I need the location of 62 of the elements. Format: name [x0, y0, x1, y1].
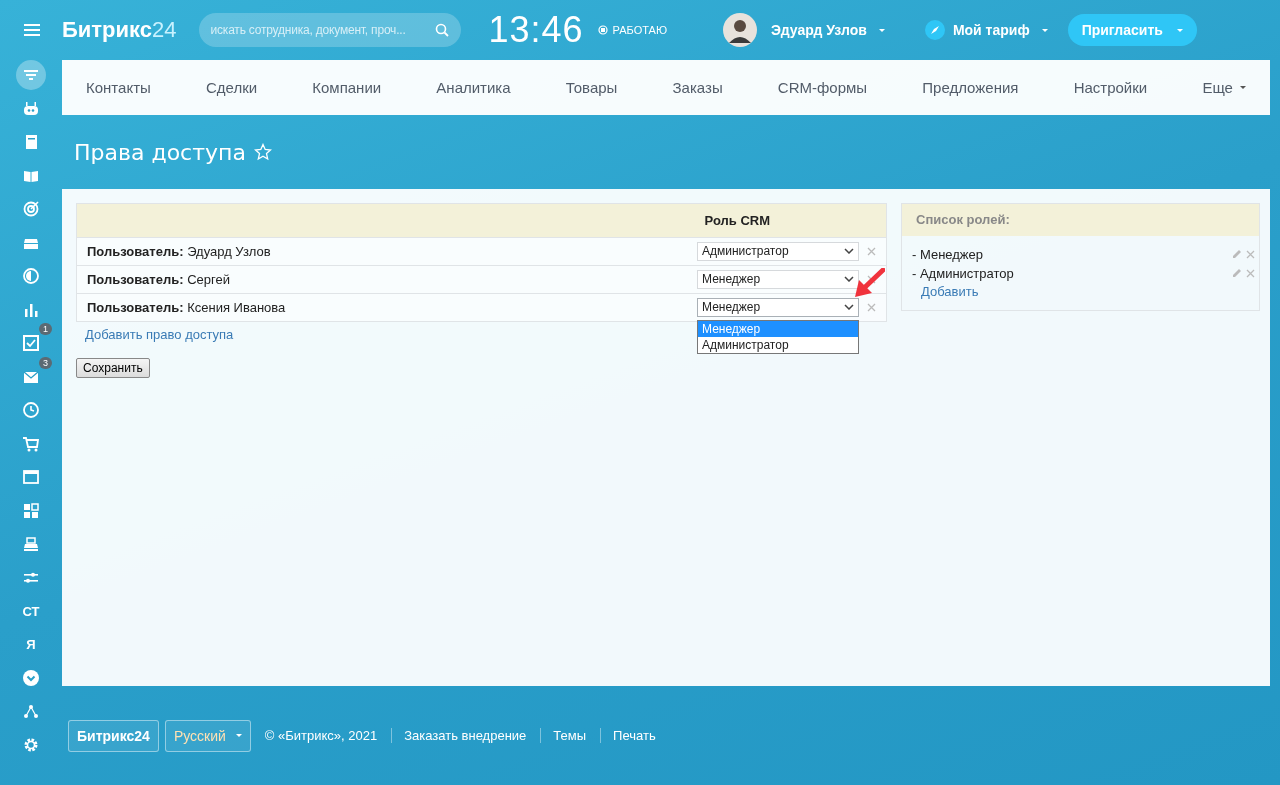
clock-icon[interactable]	[22, 401, 40, 420]
role-select[interactable]: Администратор	[697, 241, 859, 261]
pencil-icon[interactable]	[1232, 268, 1242, 279]
close-icon[interactable]	[1246, 249, 1255, 259]
record-icon	[597, 25, 608, 35]
role-name: - Менеджер	[912, 246, 983, 262]
caret-icon	[1176, 28, 1183, 32]
nav-link[interactable]: CRM-формы	[777, 79, 868, 97]
pencil-icon[interactable]	[1232, 249, 1242, 260]
chevron-down-icon	[844, 248, 854, 255]
nav-link[interactable]: Компании	[312, 79, 382, 97]
target-icon[interactable]	[22, 200, 40, 219]
nav-link[interactable]: Контакты	[86, 79, 151, 97]
counter-badge: 3	[39, 356, 52, 369]
close-icon[interactable]	[1246, 268, 1255, 278]
window-icon[interactable]	[22, 468, 40, 487]
caret-icon	[878, 28, 885, 32]
logo: Битрикс24	[62, 17, 177, 43]
avatar-icon[interactable]	[723, 13, 757, 47]
save-button[interactable]: Сохранить	[76, 357, 150, 378]
nav-link[interactable]: Заказы	[672, 79, 723, 97]
nav-link[interactable]: Аналитика	[436, 79, 511, 97]
network-icon[interactable]	[22, 702, 40, 721]
cash-register-icon[interactable]	[22, 535, 40, 554]
user-label: Пользователь: Эдуард Узлов	[87, 243, 271, 259]
add-access-link[interactable]: Добавить право доступа	[85, 326, 234, 342]
close-icon[interactable]	[867, 274, 876, 284]
chevron-circle-icon[interactable]	[22, 669, 40, 688]
nav-link[interactable]: Предложения	[922, 79, 1019, 97]
user-label: Пользователь: Ксения Иванова	[87, 299, 286, 315]
search-icon	[434, 23, 449, 37]
nav-link[interactable]: Настройки	[1073, 79, 1148, 97]
nav-link[interactable]: Сделки	[205, 79, 258, 97]
grid-icon[interactable]	[22, 501, 40, 520]
user-label: Пользователь: Сергей	[87, 271, 230, 287]
chevron-down-icon	[844, 304, 854, 311]
clock-time: 13:46	[488, 9, 584, 51]
close-icon[interactable]	[867, 302, 876, 312]
nav-link[interactable]: Товары	[565, 79, 618, 97]
robot-icon[interactable]	[22, 99, 40, 118]
close-icon[interactable]	[867, 246, 876, 256]
caret-icon	[1239, 86, 1246, 90]
copyright: © «Битрикс», 2021	[264, 728, 378, 743]
more-menu[interactable]: Еще	[1202, 79, 1246, 97]
arrow-icon	[853, 267, 885, 300]
chevron-down-icon	[844, 276, 854, 283]
counter-badge: 1	[39, 323, 52, 335]
menu-icon[interactable]	[24, 22, 40, 38]
star-icon[interactable]	[253, 143, 272, 162]
task-icon[interactable]	[22, 334, 40, 353]
page-title: Права доступа	[74, 139, 246, 165]
role-select[interactable]: Менеджер	[697, 269, 859, 289]
role-select[interactable]: Менеджер	[697, 297, 859, 317]
add-role-link[interactable]: Добавить	[921, 283, 1255, 299]
filter-icon[interactable]	[16, 60, 46, 91]
caret-icon	[1041, 28, 1048, 32]
caret-icon	[235, 734, 242, 737]
dropdown-option[interactable]: Администратор	[698, 336, 858, 353]
roles-title: Список ролей:	[902, 203, 1259, 236]
cart-icon[interactable]	[22, 434, 40, 453]
column-header: Роль CRM	[704, 212, 770, 228]
role-name: - Администратор	[912, 265, 1014, 281]
